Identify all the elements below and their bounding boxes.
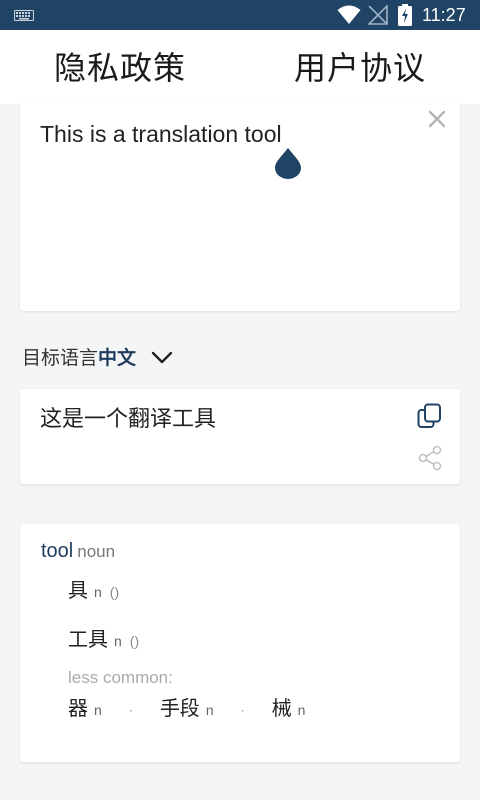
- share-icon[interactable]: [418, 445, 442, 471]
- translation-entry: 工具 n (): [68, 625, 139, 655]
- less-common-item: 手段 n: [160, 694, 214, 724]
- battery-charging-icon: [398, 4, 412, 26]
- privacy-policy-link[interactable]: 隐私政策: [54, 48, 186, 88]
- translation-word: 具: [68, 578, 88, 602]
- less-common-word: 械: [271, 696, 292, 720]
- less-common-label: less common:: [68, 668, 173, 687]
- no-signal-icon: [368, 5, 388, 25]
- translation-pos: n: [94, 584, 102, 600]
- less-common-pos: n: [297, 702, 306, 718]
- separator-dot: ·: [128, 703, 133, 718]
- less-common-item: 械n: [272, 694, 306, 724]
- dictionary-headword-row: tool noun: [41, 538, 115, 565]
- copy-icon[interactable]: [417, 403, 443, 429]
- less-common-pos: n: [205, 702, 214, 718]
- input-card[interactable]: This is a translation tool: [20, 104, 460, 311]
- less-common-word: 手段: [159, 696, 200, 720]
- less-common-pos: n: [94, 702, 102, 718]
- translation-word: 工具: [68, 627, 108, 651]
- less-common-word: 器: [68, 696, 88, 720]
- translation-result: 这是一个翻译工具: [40, 407, 217, 432]
- translation-entry: 具 n (): [68, 576, 119, 606]
- top-bar: 隐私政策 用户协议: [0, 30, 480, 104]
- close-icon[interactable]: [426, 108, 448, 130]
- translation-pos: n: [114, 633, 122, 649]
- result-card: 这是一个翻译工具: [20, 389, 460, 484]
- status-time: 11:27: [422, 5, 466, 25]
- user-agreement-link[interactable]: 用户协议: [294, 48, 426, 88]
- dictionary-part-of-speech: noun: [77, 542, 116, 561]
- target-language-selector[interactable]: 目标语言中文: [22, 344, 173, 372]
- dictionary-card: tool noun 具 n() 工具 n() less common: 器n · 手段…: [20, 524, 460, 762]
- separator-dot: ·: [240, 703, 245, 718]
- text-cursor-handle-icon[interactable]: [273, 147, 303, 179]
- wifi-icon: [337, 5, 361, 24]
- translation-note: (): [129, 633, 140, 649]
- chevron-down-icon[interactable]: [151, 351, 173, 365]
- target-language-value[interactable]: 中文: [98, 347, 136, 369]
- less-common-item: 器n: [68, 694, 102, 724]
- translation-note: (): [109, 584, 120, 600]
- status-bar: 11:27: [0, 0, 480, 30]
- dictionary-word: tool: [41, 540, 74, 562]
- source-text-input[interactable]: This is a translation tool: [40, 120, 282, 148]
- less-common-list: 器n · 手段 n · 械n: [68, 694, 327, 722]
- keyboard-icon: [14, 10, 34, 21]
- target-language-label: 目标语言: [22, 347, 99, 369]
